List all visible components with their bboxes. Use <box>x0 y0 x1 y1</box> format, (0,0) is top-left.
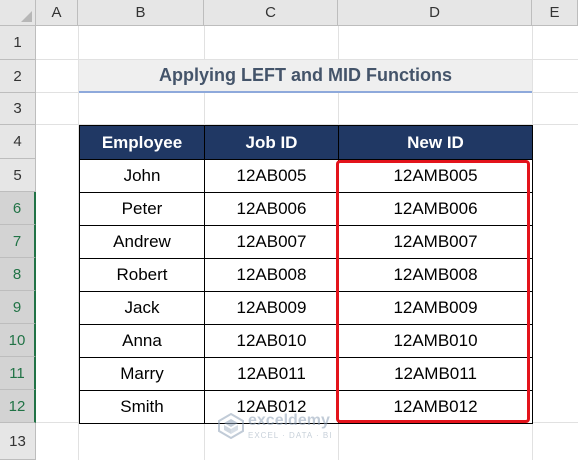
select-all-triangle-icon <box>21 11 32 22</box>
employee-cell[interactable]: Anna <box>79 324 205 358</box>
exceldemy-logo-icon <box>218 413 244 439</box>
job-id-cell[interactable]: 12AB007 <box>204 225 339 259</box>
employee-cell[interactable]: Andrew <box>79 225 205 259</box>
row-header-1[interactable]: 1 <box>0 26 36 60</box>
row-header-13[interactable]: 13 <box>0 423 36 460</box>
row-header-3[interactable]: 3 <box>0 93 36 125</box>
row-header-5[interactable]: 5 <box>0 159 36 192</box>
employee-cell[interactable]: Jack <box>79 291 205 325</box>
header-job-id[interactable]: Job ID <box>204 125 339 160</box>
row-header-11[interactable]: 11 <box>0 357 36 390</box>
column-header-b[interactable]: B <box>78 0 204 26</box>
employee-cell[interactable]: John <box>79 159 205 193</box>
sheet-title[interactable]: Applying LEFT and MID Functions <box>79 60 532 93</box>
column-header-a[interactable]: A <box>36 0 78 26</box>
new-id-highlight-box <box>336 160 530 423</box>
watermark-name: exceldemy <box>248 412 330 429</box>
job-id-cell[interactable]: 12AB008 <box>204 258 339 292</box>
column-header-c[interactable]: C <box>204 0 338 26</box>
employee-cell[interactable]: Smith <box>79 390 205 424</box>
row-header-2[interactable]: 2 <box>0 60 36 93</box>
employee-cell[interactable]: Marry <box>79 357 205 391</box>
job-id-cell[interactable]: 12AB010 <box>204 324 339 358</box>
job-id-cell[interactable]: 12AB011 <box>204 357 339 391</box>
employee-cell[interactable]: Peter <box>79 192 205 226</box>
table-header-row: Employee Job ID New ID <box>79 125 533 160</box>
row-header-7[interactable]: 7 <box>0 225 36 258</box>
exceldemy-watermark: exceldemy EXCEL · DATA · BI <box>218 409 368 449</box>
header-employee[interactable]: Employee <box>79 125 205 160</box>
employee-cell[interactable]: Robert <box>79 258 205 292</box>
job-id-cell[interactable]: 12AB009 <box>204 291 339 325</box>
row-header-6[interactable]: 6 <box>0 192 36 225</box>
row-header-4[interactable]: 4 <box>0 125 36 159</box>
row-header-9[interactable]: 9 <box>0 291 36 324</box>
row-header-10[interactable]: 10 <box>0 324 36 357</box>
header-new-id[interactable]: New ID <box>338 125 533 160</box>
select-all-corner[interactable] <box>0 0 36 26</box>
column-header-e[interactable]: E <box>532 0 578 26</box>
column-header-d[interactable]: D <box>338 0 532 26</box>
watermark-tagline: EXCEL · DATA · BI <box>248 431 333 440</box>
row-header-12[interactable]: 12 <box>0 390 36 423</box>
job-id-cell[interactable]: 12AB006 <box>204 192 339 226</box>
job-id-cell[interactable]: 12AB005 <box>204 159 339 193</box>
row-header-8[interactable]: 8 <box>0 258 36 291</box>
spreadsheet-grid: A B C D E 1 2 3 4 5 6 7 8 9 10 11 12 13 … <box>0 0 578 460</box>
